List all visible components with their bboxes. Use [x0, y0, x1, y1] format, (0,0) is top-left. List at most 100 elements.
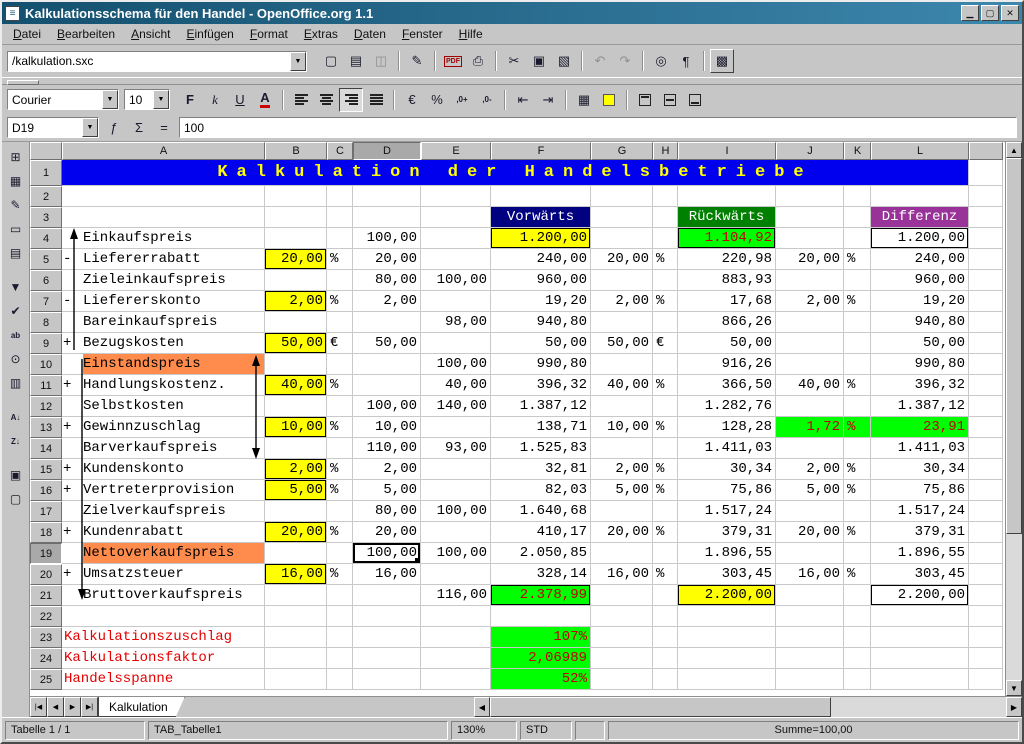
cell-F4[interactable]: 1.200,00	[491, 228, 591, 249]
maximize-button[interactable]: ▢	[981, 5, 999, 21]
cell-H16[interactable]: %	[653, 480, 678, 501]
cell-H7[interactable]: %	[653, 291, 678, 312]
menu-item-extras[interactable]: Extras	[296, 25, 346, 43]
cell-F20[interactable]: 328,14	[491, 564, 591, 585]
scroll-up-icon[interactable]: ▲	[1006, 142, 1022, 158]
cell-F5[interactable]: 240,00	[491, 249, 591, 270]
cell-E2[interactable]	[421, 186, 491, 207]
row-header-2[interactable]: 2	[30, 186, 62, 207]
cell-H9[interactable]: €	[653, 333, 678, 354]
toolbar-grip[interactable]	[2, 77, 1022, 85]
cell-K8[interactable]	[844, 312, 871, 333]
cell-L4[interactable]: 1.200,00	[871, 228, 969, 249]
cell-H20[interactable]: %	[653, 564, 678, 585]
cell-E23[interactable]	[421, 627, 491, 648]
cell-pad22[interactable]	[969, 606, 1003, 627]
column-header-H[interactable]: H	[653, 142, 678, 160]
percent-format-button[interactable]: %	[425, 88, 449, 112]
cell-E15[interactable]	[421, 459, 491, 480]
cell-A18[interactable]: +Kundenrabatt	[62, 522, 265, 543]
add-decimal-button[interactable]: ,0+	[450, 88, 474, 112]
increase-indent-button[interactable]: ⇥	[536, 88, 560, 112]
cell-L7[interactable]: 19,20	[871, 291, 969, 312]
cell-K15[interactable]: %	[844, 459, 871, 480]
cell-E11[interactable]: 40,00	[421, 375, 491, 396]
cell-D9[interactable]: 50,00	[353, 333, 421, 354]
cell-E4[interactable]	[421, 228, 491, 249]
cell-K9[interactable]	[844, 333, 871, 354]
cell-I12[interactable]: 1.282,76	[678, 396, 776, 417]
column-header-K[interactable]: K	[844, 142, 871, 160]
cell-E8[interactable]: 98,00	[421, 312, 491, 333]
cell-A9[interactable]: +Bezugskosten	[62, 333, 265, 354]
row-header-4[interactable]: 4	[30, 228, 62, 249]
cell-F22[interactable]	[491, 606, 591, 627]
cell-I20[interactable]: 303,45	[678, 564, 776, 585]
cell-I2[interactable]	[678, 186, 776, 207]
cell-J4[interactable]	[776, 228, 844, 249]
cell-K20[interactable]: %	[844, 564, 871, 585]
cell-pad19[interactable]	[969, 543, 1003, 564]
cell-A22[interactable]	[62, 606, 265, 627]
cell-F25[interactable]: 52%	[491, 669, 591, 690]
cell-F9[interactable]: 50,00	[491, 333, 591, 354]
cell-B13[interactable]: 10,00	[265, 417, 327, 438]
formula-button[interactable]: =	[152, 116, 176, 140]
cell-D19[interactable]: 100,00	[353, 543, 421, 564]
cell-L6[interactable]: 960,00	[871, 270, 969, 291]
cell-C18[interactable]: %	[327, 522, 353, 543]
row-header-19[interactable]: 19	[30, 543, 62, 564]
cell-C16[interactable]: %	[327, 480, 353, 501]
cell-J20[interactable]: 16,00	[776, 564, 844, 585]
cell-K3[interactable]	[844, 207, 871, 228]
row-header-22[interactable]: 22	[30, 606, 62, 627]
cell-B24[interactable]	[265, 648, 327, 669]
cell-pad15[interactable]	[969, 459, 1003, 480]
cell-C21[interactable]	[327, 585, 353, 606]
cell-J13[interactable]: 1,72	[776, 417, 844, 438]
cell-B25[interactable]	[265, 669, 327, 690]
cell-pad2[interactable]	[969, 186, 1003, 207]
cell-H24[interactable]	[653, 648, 678, 669]
column-header-D[interactable]: D	[353, 142, 421, 160]
cell-E18[interactable]	[421, 522, 491, 543]
cell-F15[interactable]: 32,81	[491, 459, 591, 480]
cell-G11[interactable]: 40,00	[591, 375, 653, 396]
cell-B20[interactable]: 16,00	[265, 564, 327, 585]
cell-pad-1[interactable]	[969, 160, 1003, 186]
row-header-3[interactable]: 3	[30, 207, 62, 228]
cell-F2[interactable]	[491, 186, 591, 207]
cell-J22[interactable]	[776, 606, 844, 627]
cell-pad9[interactable]	[969, 333, 1003, 354]
cell-D22[interactable]	[353, 606, 421, 627]
cell-E21[interactable]: 116,00	[421, 585, 491, 606]
cell-F23[interactable]: 107%	[491, 627, 591, 648]
cell-C14[interactable]	[327, 438, 353, 459]
cell-C15[interactable]: %	[327, 459, 353, 480]
align-right-button[interactable]	[339, 88, 363, 112]
cell-A4[interactable]: Einkaufspreis	[62, 228, 265, 249]
cell-D2[interactable]	[353, 186, 421, 207]
cell-G14[interactable]	[591, 438, 653, 459]
cell-K19[interactable]	[844, 543, 871, 564]
cell-F21[interactable]: 2.378,99	[491, 585, 591, 606]
row-header-1[interactable]: 1	[30, 160, 62, 186]
cell-B5[interactable]: 20,00	[265, 249, 327, 270]
form-controls-button[interactable]: ▭	[5, 218, 27, 240]
row-header-20[interactable]: 20	[30, 564, 62, 585]
cell-I18[interactable]: 379,31	[678, 522, 776, 543]
cell-pad20[interactable]	[969, 564, 1003, 585]
cell-A16[interactable]: +Vertreterprovision	[62, 480, 265, 501]
cell-B21[interactable]	[265, 585, 327, 606]
cell-L5[interactable]: 240,00	[871, 249, 969, 270]
cell-G22[interactable]	[591, 606, 653, 627]
cell-H18[interactable]: %	[653, 522, 678, 543]
cell-C20[interactable]: %	[327, 564, 353, 585]
cell-B23[interactable]	[265, 627, 327, 648]
decrease-indent-button[interactable]: ⇤	[511, 88, 535, 112]
cell-F12[interactable]: 1.387,12	[491, 396, 591, 417]
cell-pad11[interactable]	[969, 375, 1003, 396]
cell-K18[interactable]: %	[844, 522, 871, 543]
cell-I5[interactable]: 220,98	[678, 249, 776, 270]
column-header-J[interactable]: J	[776, 142, 844, 160]
